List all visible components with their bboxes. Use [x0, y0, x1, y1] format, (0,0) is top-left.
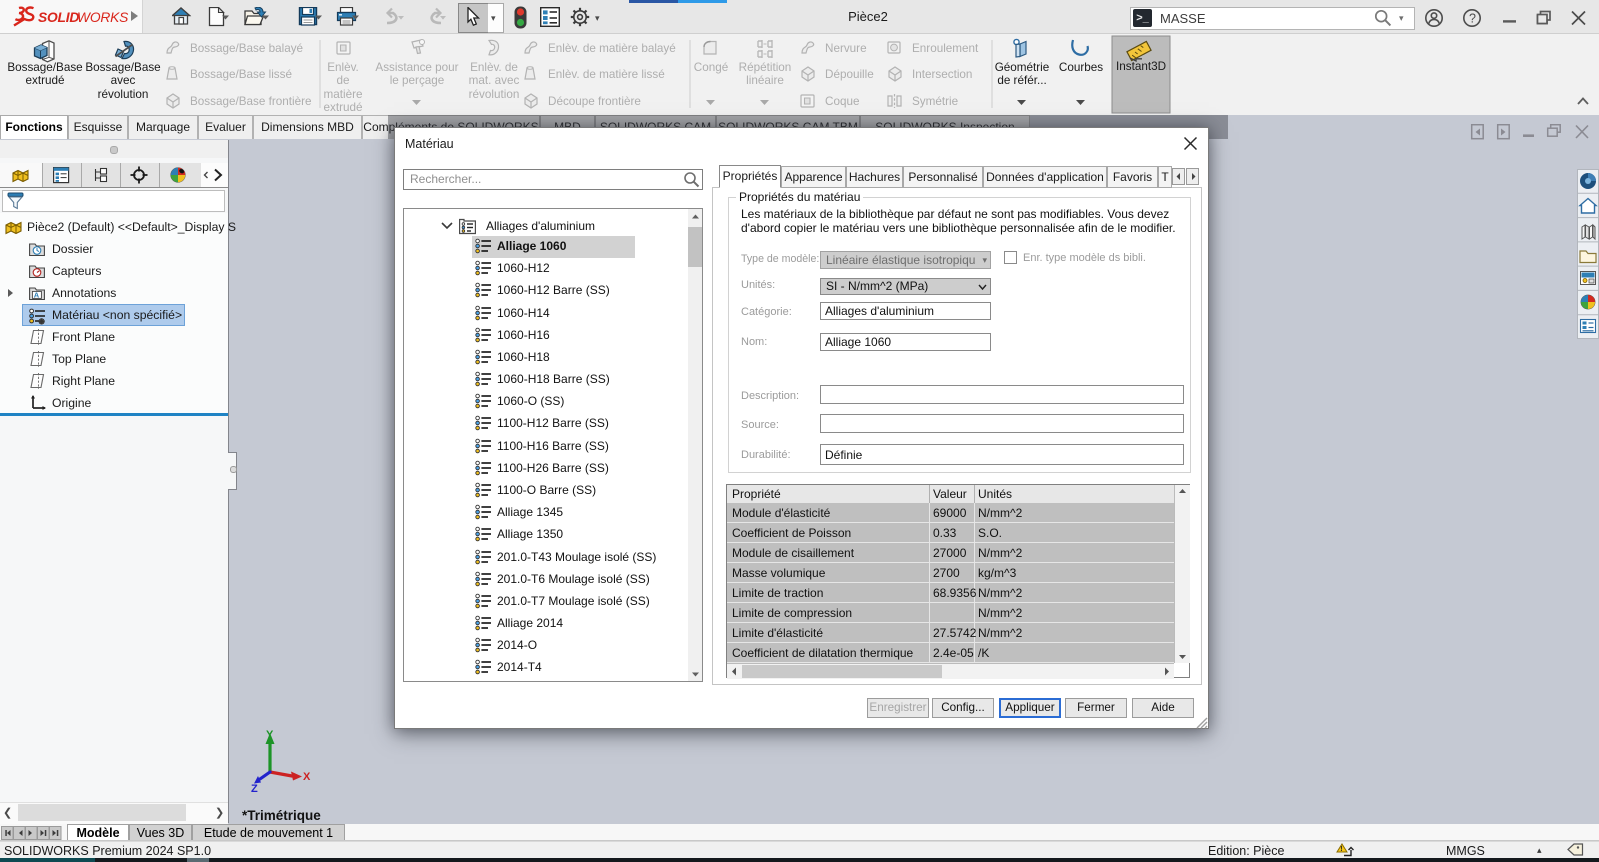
- svg-text:WORKS: WORKS: [77, 10, 129, 25]
- svg-text:Y: Y: [266, 729, 274, 741]
- svg-text:?: ?: [1469, 12, 1476, 26]
- svg-text:X: X: [303, 771, 311, 783]
- svg-text:!: !: [1340, 846, 1342, 853]
- svg-text:A: A: [34, 291, 40, 300]
- svg-text:SOLID: SOLID: [38, 10, 79, 25]
- svg-text:Z: Z: [251, 783, 258, 795]
